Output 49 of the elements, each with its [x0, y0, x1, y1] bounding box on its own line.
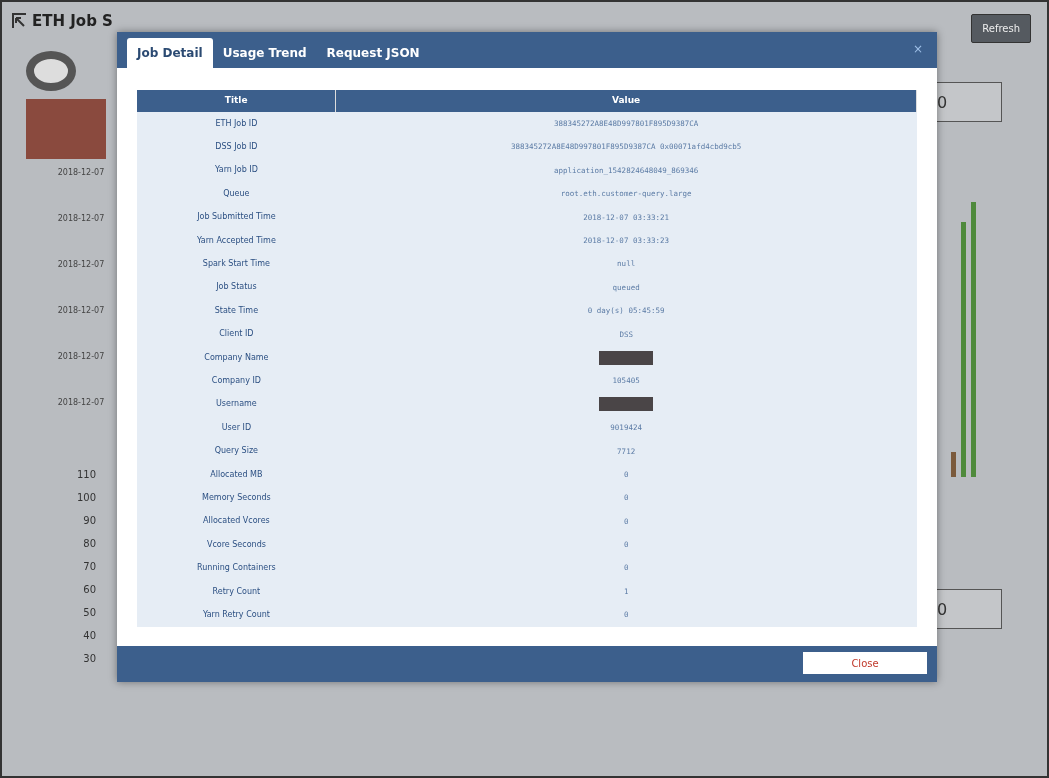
field-label: State Time	[137, 299, 336, 323]
close-button[interactable]: Close	[803, 652, 927, 674]
field-label: Retry Count	[137, 579, 336, 604]
table-cell-text: 2018-12-07	[56, 259, 106, 271]
redaction-block	[599, 350, 654, 365]
field-label: DSS Job ID	[137, 135, 336, 159]
tab[interactable]: Job Detail	[127, 38, 213, 68]
column-header: Title	[137, 90, 336, 112]
field-label: Vcore Seconds	[137, 533, 336, 557]
field-label: Client ID	[137, 322, 336, 346]
table-cell-text: 2018-12-07	[56, 351, 106, 363]
table-cell-text: 2018-12-07	[56, 397, 106, 409]
tab[interactable]: Usage Trend	[212, 38, 317, 68]
table-cell-text: 2018-12-07	[56, 305, 106, 317]
field-label: Running Containers	[137, 556, 336, 580]
tab[interactable]: Request JSON	[316, 38, 430, 68]
column-header: Value	[335, 90, 917, 112]
field-label: Yarn Retry Count	[137, 603, 336, 627]
field-label: Allocated Vcores	[137, 509, 336, 534]
logo-icon	[10, 12, 28, 31]
field-label: Company ID	[137, 369, 336, 393]
axis-tick-label: 50	[82, 606, 96, 620]
axis-tick-label: 110	[75, 468, 96, 482]
toggle-graphic	[26, 51, 76, 91]
axis-tick-label: 60	[82, 583, 96, 597]
field-label: Yarn Job ID	[137, 158, 336, 183]
axis-tick-label: 70	[82, 560, 96, 574]
table-cell-text: 2018-12-07	[56, 213, 106, 225]
field-label: Query Size	[137, 439, 336, 463]
field-label: Company Name	[137, 345, 336, 370]
field-label: Allocated MB	[137, 462, 336, 487]
field-label: Job Status	[137, 275, 336, 300]
field-label: Job Submitted Time	[137, 205, 336, 229]
field-label: Yarn Accepted Time	[137, 228, 336, 253]
refresh-button[interactable]: Refresh	[971, 14, 1031, 43]
field-label: Username	[137, 392, 336, 417]
field-label: User ID	[137, 416, 336, 440]
axis-tick-label: 40	[82, 629, 96, 643]
field-label: Queue	[137, 182, 336, 206]
table-cell-text: 2018-12-07	[56, 167, 106, 179]
axis-tick-label: 80	[82, 537, 96, 551]
redaction-block	[599, 397, 654, 412]
axis-tick-label: 90	[82, 514, 96, 528]
axis-tick-label: 30	[82, 652, 96, 666]
field-label: ETH Job ID	[137, 112, 336, 136]
field-label: Memory Seconds	[137, 486, 336, 510]
axis-tick-label: 100	[75, 491, 96, 505]
page-title: ETH Job S	[32, 11, 113, 32]
field-label: Spark Start Time	[137, 252, 336, 276]
